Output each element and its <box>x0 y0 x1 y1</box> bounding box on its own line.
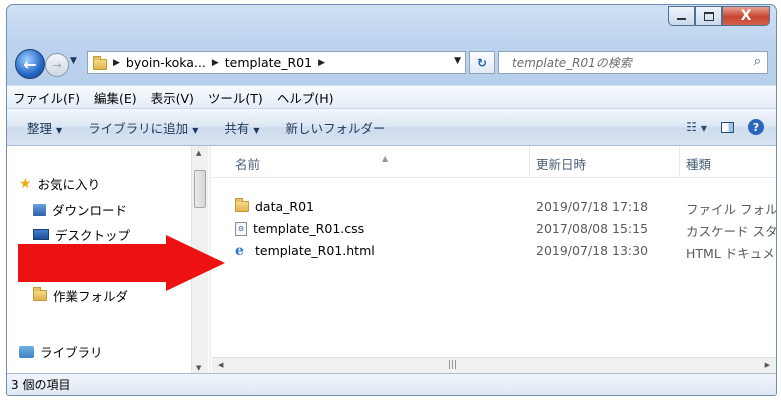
scroll-left-icon[interactable]: ◀ <box>218 361 223 369</box>
nav-item-library[interactable]: ライブラリ <box>19 342 103 361</box>
explorer-window: X ← → ▼ ▶ byoin-koka... ▶ template_R01 ▶… <box>6 4 777 396</box>
item-count: 3 個の項目 <box>11 378 71 392</box>
column-header-name[interactable]: 名前 <box>235 154 260 173</box>
file-row[interactable]: e template_R01.html 2019/07/18 13:30 HTML… <box>212 240 776 262</box>
folder-icon <box>235 198 249 212</box>
search-icon[interactable]: ⌕ <box>754 54 761 69</box>
css-file-icon: ⚙ <box>235 221 247 236</box>
recent-pages-dropdown[interactable]: ▼ <box>70 56 77 66</box>
menu-edit[interactable]: 編集(E) <box>94 88 137 107</box>
file-date: 2017/08/08 15:15 <box>536 221 649 236</box>
maximize-button[interactable] <box>695 6 722 26</box>
file-date: 2019/07/18 13:30 <box>536 243 649 258</box>
add-library-label: ライブラリに追加 <box>88 120 189 136</box>
help-icon[interactable]: ? <box>748 119 764 135</box>
folder-icon <box>93 55 107 70</box>
star-icon: ★ <box>19 175 32 192</box>
breadcrumb-parent[interactable]: byoin-koka... <box>126 55 206 70</box>
nav-item-downloads[interactable]: ダウンロード <box>33 200 127 219</box>
back-arrow-icon: ← <box>23 54 37 74</box>
close-button[interactable]: X <box>722 6 770 26</box>
maximize-icon <box>703 11 714 21</box>
search-input[interactable]: template_R01の検索 ⌕ <box>498 51 768 74</box>
chevron-down-icon: ▼ <box>192 125 199 135</box>
organize-label: 整理 <box>27 120 53 136</box>
organize-button[interactable]: 整理 ▼ <box>27 118 62 137</box>
red-arrow-annotation <box>18 235 225 291</box>
chevron-down-icon: ▼ <box>253 125 260 135</box>
forward-arrow-icon: → <box>52 58 62 72</box>
scroll-down-icon[interactable]: ▼ <box>196 364 201 372</box>
chevron-down-icon: ▼ <box>56 125 63 135</box>
scroll-grip[interactable]: ||| <box>448 360 457 370</box>
address-row: ← → ▼ ▶ byoin-koka... ▶ template_R01 ▶ ▼… <box>7 46 776 80</box>
minimize-icon <box>677 18 686 20</box>
view-controls: ☷ ▼ ? <box>686 119 764 135</box>
column-headers: ▲ 名前 更新日時 種類 <box>212 146 776 178</box>
status-bar: 3 個の項目 <box>7 373 776 395</box>
close-icon: X <box>740 8 752 24</box>
back-button[interactable]: ← <box>15 49 45 79</box>
menu-file[interactable]: ファイル(F) <box>13 88 80 107</box>
library-icon <box>19 345 34 358</box>
folder-icon <box>33 287 47 301</box>
column-header-type[interactable]: 種類 <box>686 154 711 173</box>
chevron-right-icon: ▶ <box>113 57 120 68</box>
file-type: HTML ドキュメ <box>686 246 775 261</box>
column-divider[interactable] <box>679 146 680 177</box>
file-row[interactable]: data_R01 2019/07/18 17:18 ファイル フォル <box>212 196 776 218</box>
minimize-button[interactable] <box>668 6 695 26</box>
file-date: 2019/07/18 17:18 <box>536 199 649 214</box>
nav-downloads-label: ダウンロード <box>52 203 128 218</box>
scroll-thumb[interactable] <box>194 170 206 208</box>
file-name: template_R01.html <box>255 243 375 258</box>
preview-pane-button[interactable] <box>721 121 734 133</box>
chevron-right-icon: ▶ <box>318 57 325 68</box>
downloads-folder-icon <box>33 203 46 216</box>
nav-favorites-label: お気に入り <box>37 177 101 192</box>
forward-button[interactable]: → <box>45 53 69 77</box>
refresh-button[interactable]: ↻ <box>469 51 495 74</box>
file-name: data_R01 <box>255 199 314 214</box>
file-type: カスケード スタ <box>686 224 777 239</box>
file-name: template_R01.css <box>253 221 365 236</box>
command-bar: 整理 ▼ ライブラリに追加 ▼ 共有 ▼ 新しいフォルダー ☷ ▼ ? <box>7 109 776 146</box>
add-to-library-button[interactable]: ライブラリに追加 ▼ <box>88 118 198 137</box>
refresh-icon: ↻ <box>476 55 488 70</box>
arrow-shape <box>18 235 225 291</box>
menu-bar: ファイル(F) 編集(E) 表示(V) ツール(T) ヘルプ(H) <box>7 85 776 109</box>
address-bar[interactable]: ▶ byoin-koka... ▶ template_R01 ▶ ▼ <box>87 51 466 74</box>
new-folder-button[interactable]: 新しいフォルダー <box>286 118 386 137</box>
menu-view[interactable]: 表示(V) <box>151 88 194 107</box>
file-row[interactable]: ⚙ template_R01.css 2017/08/08 15:15 カスケード… <box>212 218 776 240</box>
share-button[interactable]: 共有 ▼ <box>224 118 259 137</box>
column-divider[interactable] <box>529 146 530 177</box>
scroll-up-icon[interactable]: ▲ <box>196 149 201 157</box>
address-dropdown-icon[interactable]: ▼ <box>454 56 461 66</box>
file-type: ファイル フォル <box>686 202 777 217</box>
column-header-date[interactable]: 更新日時 <box>536 154 586 173</box>
html-file-icon: e <box>235 242 244 259</box>
view-options-button[interactable]: ☷ ▼ <box>686 120 707 134</box>
menu-tools[interactable]: ツール(T) <box>208 88 263 107</box>
nav-item-favorites[interactable]: ★ お気に入り <box>19 174 100 193</box>
breadcrumb-current[interactable]: template_R01 <box>225 55 312 70</box>
nav-library-label: ライブラリ <box>40 345 103 360</box>
scroll-right-icon[interactable]: ▶ <box>765 361 770 369</box>
sort-indicator-icon: ▲ <box>382 154 389 163</box>
chevron-right-icon: ▶ <box>211 57 219 68</box>
share-label: 共有 <box>224 120 250 136</box>
file-list: ▲ 名前 更新日時 種類 data_R01 2019/07/18 17:18 フ… <box>212 146 776 375</box>
search-placeholder: template_R01の検索 <box>512 56 632 70</box>
menu-help[interactable]: ヘルプ(H) <box>277 88 334 107</box>
caption-buttons: X <box>668 6 770 28</box>
